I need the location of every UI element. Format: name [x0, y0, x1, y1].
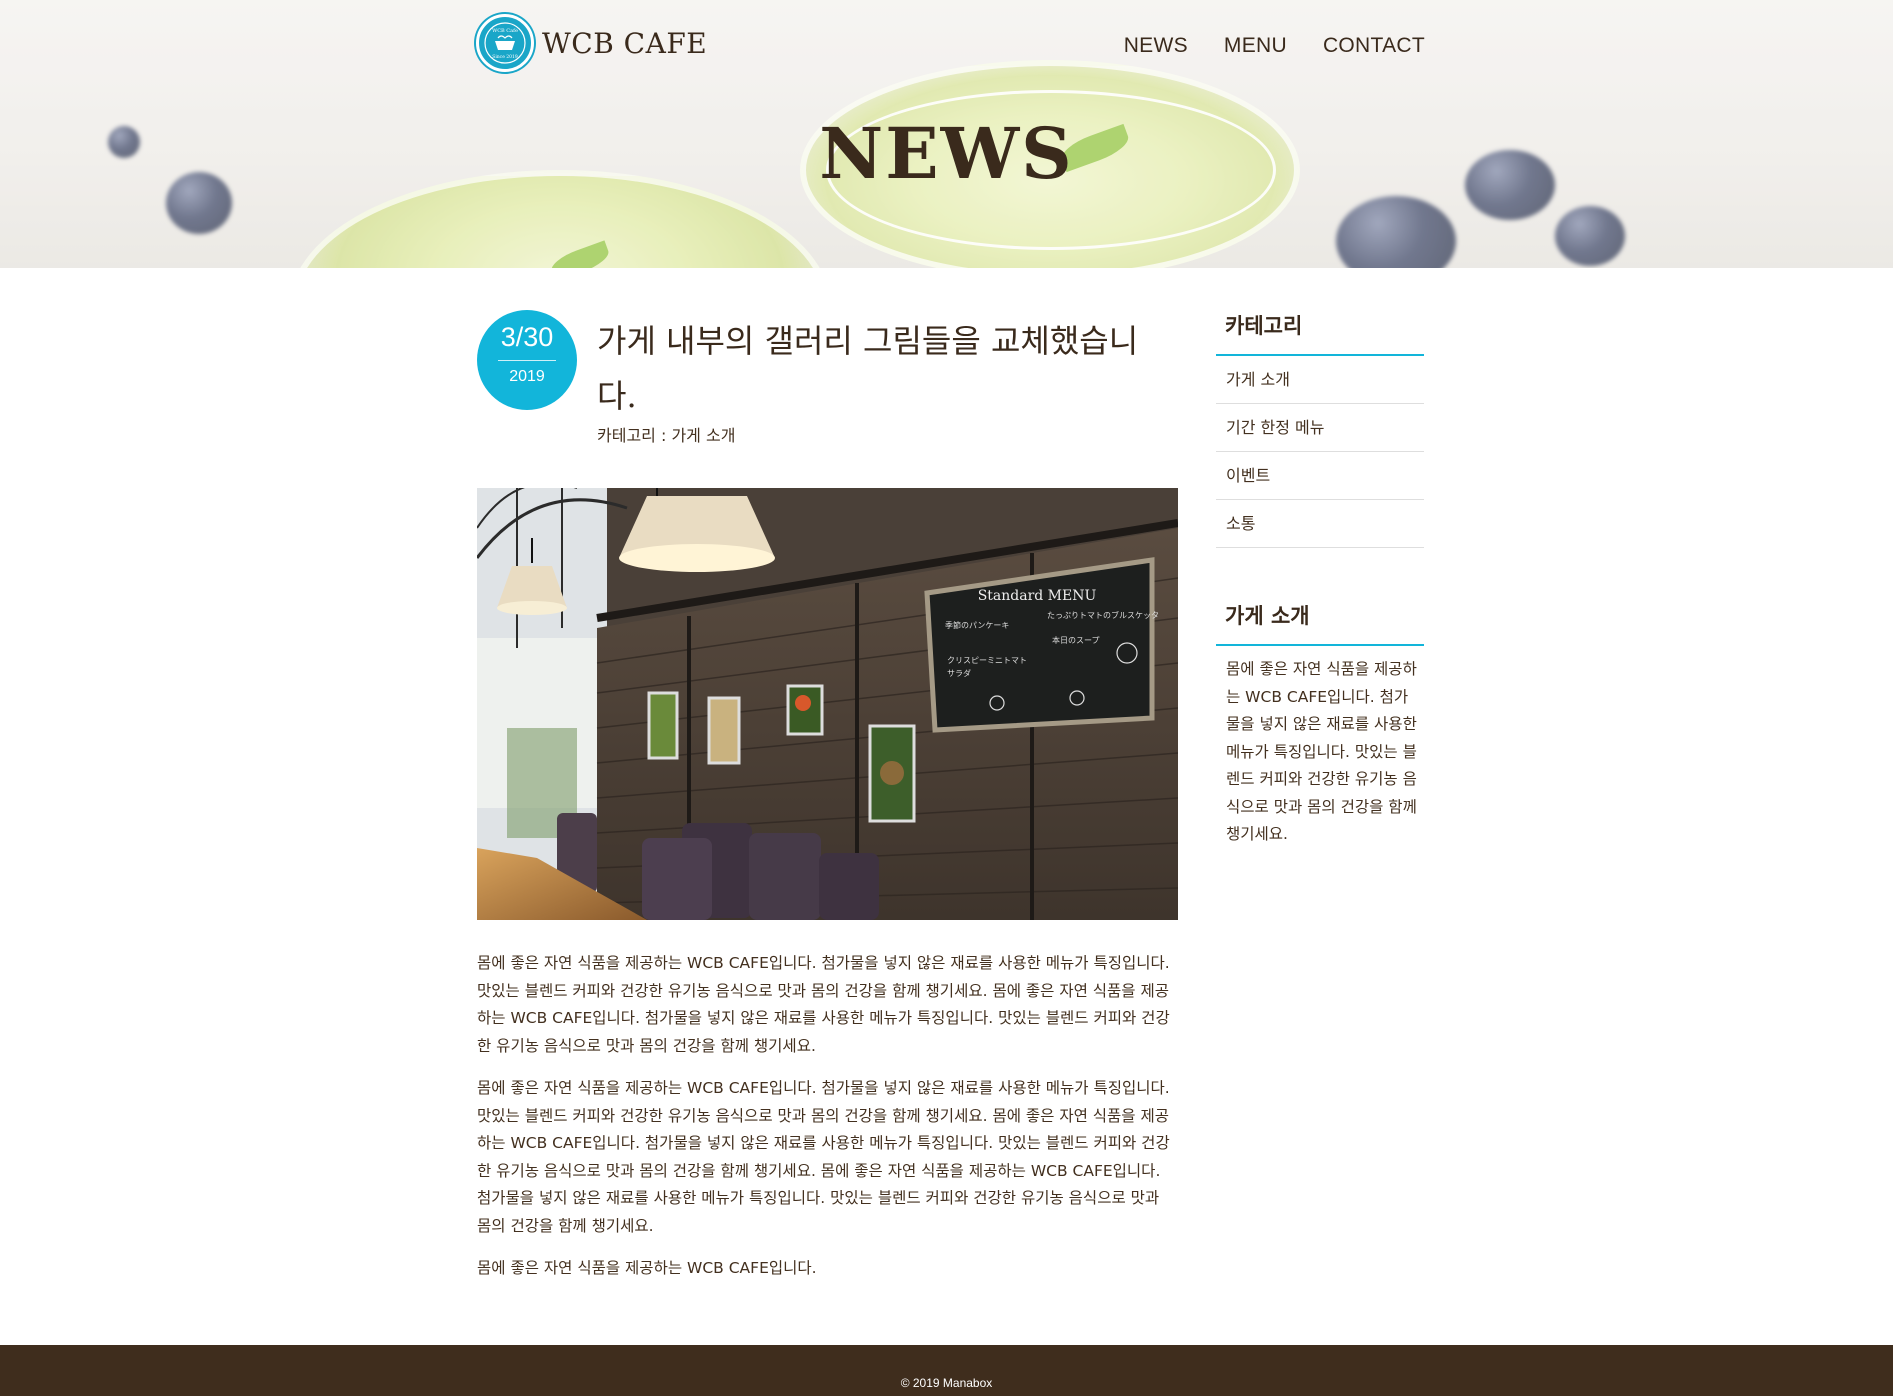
post-header: 3/30 2019 가게 내부의 갤러리 그림들을 교체했습니다. 카테고리 :…: [477, 310, 1178, 450]
sidebar-category-heading: 카테고리: [1216, 310, 1424, 356]
sidebar-item-limited-menu[interactable]: 기간 한정 메뉴: [1216, 404, 1424, 452]
post-paragraph: 몸에 좋은 자연 식품을 제공하는 WCB CAFE입니다. 첨가물을 넣지 않…: [477, 954, 1170, 1055]
sidebar-item-events[interactable]: 이벤트: [1216, 452, 1424, 500]
svg-text:季節のパンケーキ: 季節のパンケーキ: [945, 620, 1009, 630]
date-divider: [498, 360, 556, 361]
svg-text:たっぷりトマトのブルスケッタ: たっぷりトマトのブルスケッタ: [1047, 610, 1159, 620]
page-title: NEWS: [819, 112, 1074, 195]
category-list: 가게 소개 기간 한정 메뉴 이벤트 소통: [1216, 356, 1424, 548]
logo-link[interactable]: WCB Cafe Since 2019 WCB CAFE: [476, 14, 707, 72]
post-body: 몸에 좋은 자연 식품을 제공하는 WCB CAFE입니다. 첨가물을 넣지 않…: [477, 950, 1178, 1298]
main-nav: NEWS MENU CONTACT: [1124, 34, 1425, 58]
sidebar-item-store-intro[interactable]: 가게 소개: [1216, 356, 1424, 404]
post-paragraph: 몸에 좋은 자연 식품을 제공하는 WCB CAFE입니다.: [477, 1259, 817, 1277]
sidebar-about-text: 몸에 좋은 자연 식품을 제공하는 WCB CAFE입니다. 첨가물을 넣지 않…: [1226, 660, 1417, 843]
svg-text:Since 2019: Since 2019: [492, 54, 518, 60]
svg-text:本日のスープ: 本日のスープ: [1052, 635, 1100, 645]
post-year: 2019: [509, 368, 545, 385]
nav-contact[interactable]: CONTACT: [1323, 34, 1425, 58]
post-category: 카테고리 : 가게 소개: [597, 426, 736, 445]
hero-header: WCB Cafe Since 2019 WCB CAFE NEWS MENU C…: [0, 0, 1893, 268]
copyright-text: © 2019 Manabox: [900, 1376, 993, 1390]
nav-menu[interactable]: MENU: [1224, 34, 1287, 58]
sidebar-item-community[interactable]: 소통: [1216, 500, 1424, 548]
svg-text:サラダ: サラダ: [947, 668, 971, 678]
nav-news[interactable]: NEWS: [1124, 34, 1188, 58]
cafe-logo-icon: WCB Cafe Since 2019: [476, 14, 534, 72]
article: 3/30 2019 가게 내부의 갤러리 그림들을 교체했습니다. 카테고리 :…: [477, 310, 1178, 1277]
footer: © 2019 Manabox: [0, 1345, 1893, 1396]
sidebar-about-heading: 가게 소개: [1216, 600, 1424, 646]
post-date: 3/30: [500, 322, 554, 352]
svg-text:クリスピーミニトマト: クリスピーミニトマト: [947, 656, 1027, 665]
svg-text:WCB Cafe: WCB Cafe: [492, 28, 518, 34]
post-title: 가게 내부의 갤러리 그림들을 교체했습니다.: [597, 322, 1139, 415]
sidebar: 카테고리 가게 소개 기간 한정 메뉴 이벤트 소통 가게 소개 몸에 좋은 자…: [1216, 310, 1424, 849]
svg-text:Standard MENU: Standard MENU: [978, 588, 1097, 604]
logo-text: WCB CAFE: [542, 26, 708, 60]
date-badge: 3/30 2019: [477, 310, 577, 410]
cafe-interior-photo: Standard MENU 季節のパンケーキ たっぷりトマトのブルスケッタ 本日…: [477, 488, 1178, 920]
post-paragraph: 몸에 좋은 자연 식품을 제공하는 WCB CAFE입니다. 첨가물을 넣지 않…: [477, 1079, 1170, 1235]
